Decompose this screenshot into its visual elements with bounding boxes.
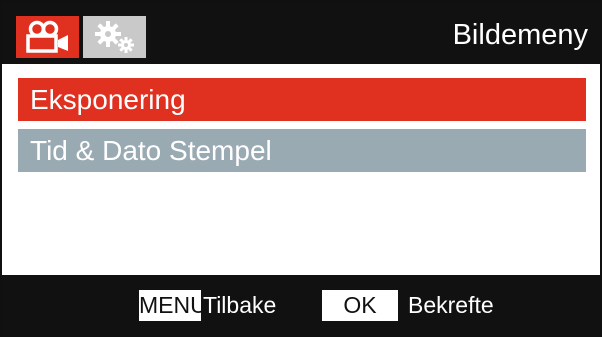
footer-bar: MENU Tilbake OK Bekrefte bbox=[2, 275, 600, 335]
menu-key[interactable]: MENU bbox=[139, 290, 207, 321]
settings-gears-icon bbox=[94, 21, 134, 53]
tab-video[interactable] bbox=[16, 16, 79, 58]
menu-title: Bildemeny bbox=[452, 19, 588, 51]
tab-settings[interactable] bbox=[83, 16, 146, 58]
confirm-label: Bekrefte bbox=[408, 292, 494, 318]
menu-list: Eksponering Tid & Dato Stempel bbox=[2, 64, 600, 275]
header-bar: Bildemeny bbox=[2, 2, 600, 64]
back-label: Tilbake bbox=[203, 292, 277, 318]
ok-key[interactable]: OK bbox=[322, 290, 398, 321]
video-camera-icon bbox=[25, 20, 68, 53]
menu-item-exposure[interactable]: Eksponering bbox=[18, 78, 586, 121]
menu-item-date-stamp[interactable]: Tid & Dato Stempel bbox=[18, 129, 586, 172]
dashcam-screen: Bildemeny Eksponering Tid & Dato Stempel… bbox=[0, 0, 602, 337]
